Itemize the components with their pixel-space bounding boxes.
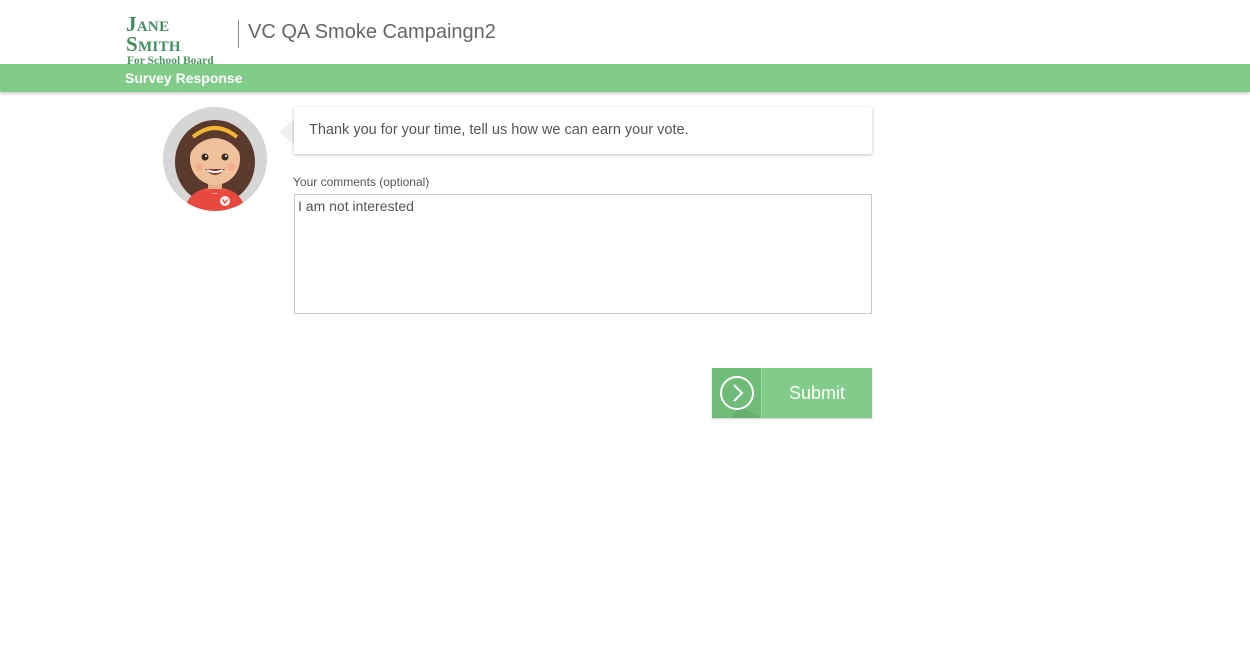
header-divider	[238, 20, 239, 48]
question-text: Thank you for your time, tell us how we …	[309, 122, 689, 138]
submit-icon-area	[712, 368, 762, 418]
avatar	[163, 107, 267, 211]
speech-bubble-tail	[279, 118, 295, 146]
campaign-title: VC QA Smoke Campaingn2	[248, 21, 496, 43]
comments-textarea[interactable]	[294, 194, 872, 314]
girl-avatar-icon	[163, 107, 267, 211]
section-bar: Survey Response	[0, 64, 1250, 92]
logo-name: Jane Smith	[126, 12, 181, 56]
campaign-logo: Jane Smith For School Board	[126, 14, 226, 69]
header: Jane Smith For School Board VC QA Smoke …	[0, 0, 1250, 69]
submit-button[interactable]: Submit	[712, 368, 872, 418]
chevron-right-icon	[720, 376, 761, 418]
submit-label: Submit	[788, 383, 846, 403]
section-title: Survey Response	[125, 70, 243, 86]
comments-label: Your comments (optional)	[293, 175, 430, 189]
question-bubble: Thank you for your time, tell us how we …	[294, 107, 872, 154]
